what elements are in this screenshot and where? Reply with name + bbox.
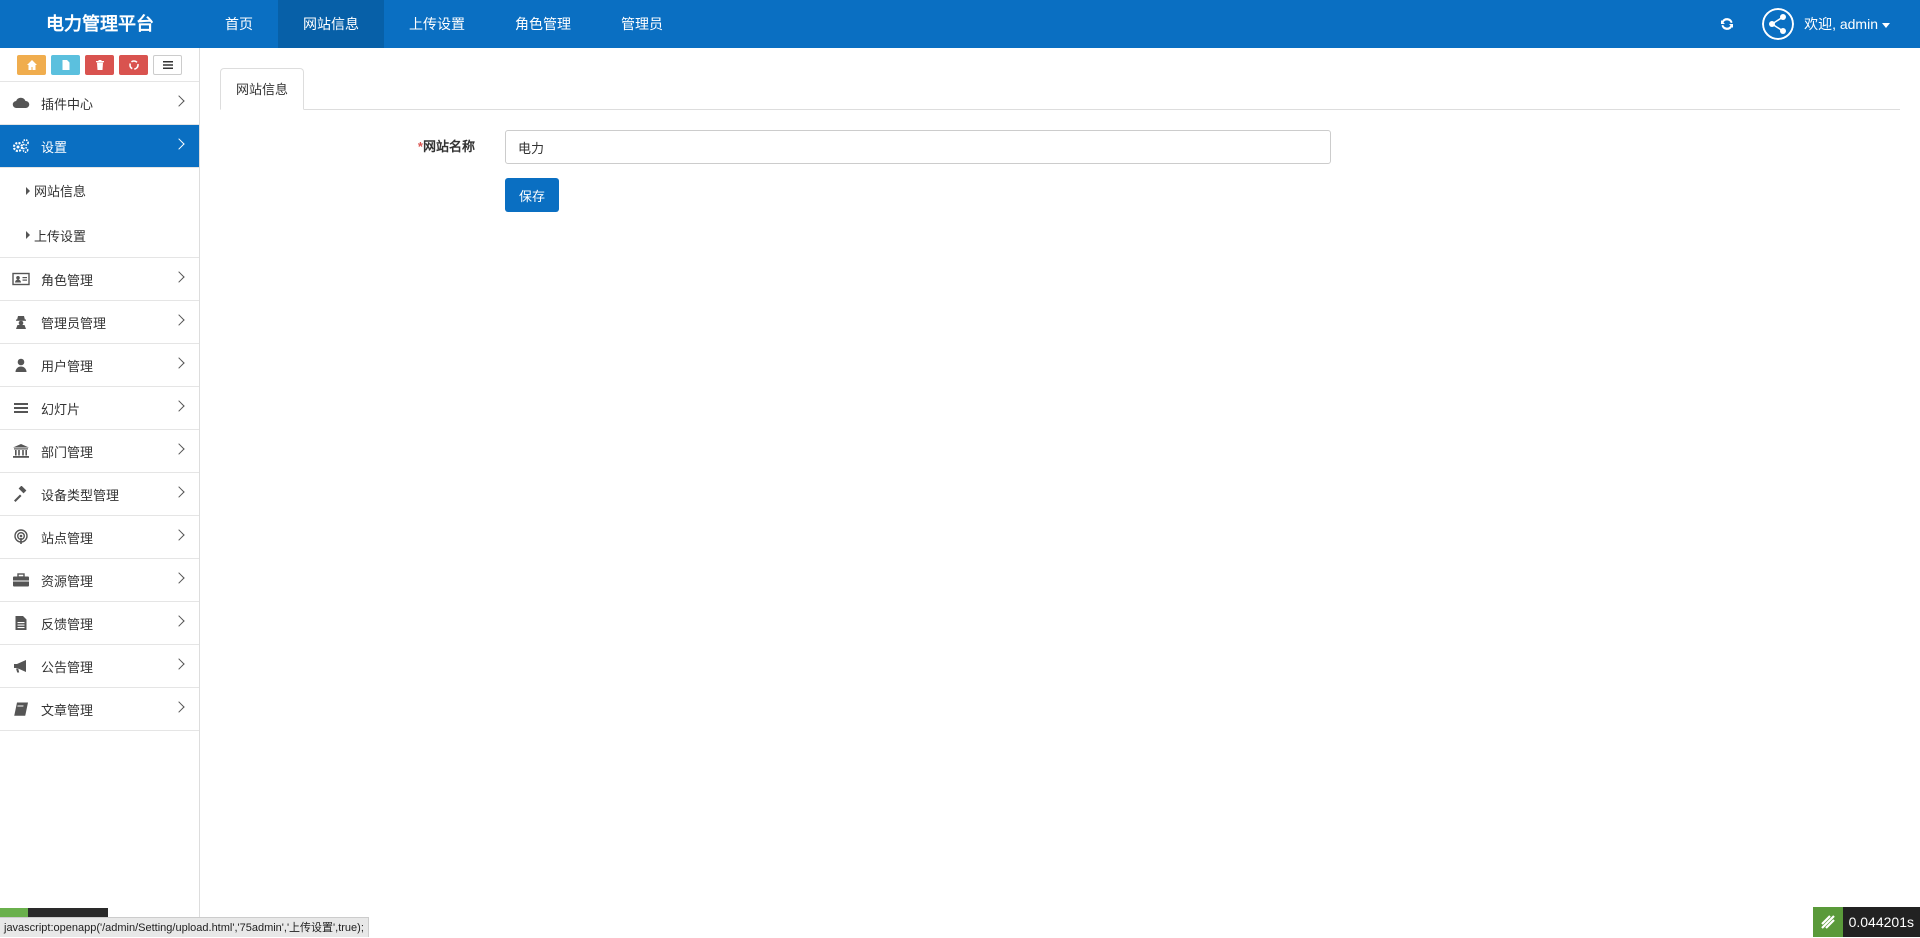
sidebar-item-label: 管理员管理	[41, 313, 106, 332]
sidebar-item-settings[interactable]: 设置	[0, 125, 199, 168]
minimized-panel[interactable]	[0, 908, 108, 917]
sidebar-subitem-label: 上传设置	[34, 226, 86, 245]
sidebar-item-announcements[interactable]: 公告管理	[0, 645, 199, 688]
chevron-right-icon	[173, 95, 184, 106]
top-nav: 首页 网站信息 上传设置 角色管理 管理员	[200, 0, 688, 48]
sidebar-item-label: 用户管理	[41, 356, 93, 375]
timer-value: 0.044201s	[1843, 907, 1920, 937]
sidebar-item-label: 站点管理	[41, 528, 93, 547]
list-shortcut-button[interactable]	[153, 55, 182, 75]
sidebar-item-label: 角色管理	[41, 270, 93, 289]
nav-right: 欢迎, admin	[1719, 0, 1920, 48]
sidebar-item-articles[interactable]: 文章管理	[0, 688, 199, 731]
sidebar-item-label: 幻灯片	[41, 399, 80, 418]
sidebar-subitem-site-info[interactable]: 网站信息	[0, 168, 199, 213]
sidebar-item-label: 资源管理	[41, 571, 93, 590]
bank-icon	[12, 443, 30, 459]
chevron-right-icon	[173, 314, 184, 325]
sidebar: 插件中心 设置 网站信息 上传设置 角色管理 管理员管理 用户管理 幻灯片 部门…	[0, 48, 200, 937]
tab-bar: 网站信息	[220, 68, 1900, 110]
chevron-right-icon	[173, 572, 184, 583]
chevron-right-icon	[173, 615, 184, 626]
chevron-right-icon	[173, 138, 184, 149]
id-card-icon	[12, 271, 30, 287]
nav-role-management[interactable]: 角色管理	[490, 0, 596, 48]
briefcase-icon	[12, 572, 30, 588]
chevron-right-icon	[173, 400, 184, 411]
file-text-icon	[12, 615, 30, 631]
tab-site-info[interactable]: 网站信息	[220, 68, 304, 110]
sidebar-item-admins[interactable]: 管理员管理	[0, 301, 199, 344]
welcome-text: 欢迎, admin	[1804, 14, 1878, 34]
save-button[interactable]: 保存	[505, 178, 559, 212]
refresh-icon[interactable]	[1719, 16, 1735, 32]
sidebar-item-label: 设备类型管理	[41, 485, 119, 504]
nav-site-info[interactable]: 网站信息	[278, 0, 384, 48]
home-icon	[26, 59, 38, 71]
nav-home[interactable]: 首页	[200, 0, 278, 48]
user-secret-icon	[12, 314, 30, 330]
gears-icon	[12, 138, 30, 154]
sidebar-subitem-upload-settings[interactable]: 上传设置	[0, 213, 199, 258]
sidebar-item-plugins[interactable]: 插件中心	[0, 82, 199, 125]
user-icon	[12, 357, 30, 373]
sidebar-item-label: 部门管理	[41, 442, 93, 461]
chevron-right-icon	[173, 529, 184, 540]
sidebar-item-slides[interactable]: 幻灯片	[0, 387, 199, 430]
chevron-right-icon	[173, 443, 184, 454]
chevron-right-icon	[173, 271, 184, 282]
sidebar-item-stations[interactable]: 站点管理	[0, 516, 199, 559]
sidebar-item-users[interactable]: 用户管理	[0, 344, 199, 387]
site-name-label-text: 网站名称	[423, 139, 475, 154]
bars-icon	[12, 400, 30, 416]
cloud-icon	[12, 95, 30, 111]
sidebar-item-device-types[interactable]: 设备类型管理	[0, 473, 199, 516]
chevron-right-icon	[173, 357, 184, 368]
sidebar-item-label: 文章管理	[41, 700, 93, 719]
brand-title[interactable]: 电力管理平台	[0, 0, 200, 48]
sidebar-item-roles[interactable]: 角色管理	[0, 258, 199, 301]
caret-right-icon	[26, 187, 30, 195]
sidebar-item-label: 公告管理	[41, 657, 93, 676]
nav-upload-settings[interactable]: 上传设置	[384, 0, 490, 48]
trash-shortcut-button[interactable]	[85, 55, 114, 75]
shortcut-bar	[0, 48, 199, 82]
file-shortcut-button[interactable]	[51, 55, 80, 75]
user-menu[interactable]: 欢迎, admin	[1804, 14, 1890, 34]
podcast-icon	[12, 529, 30, 545]
sidebar-subitem-label: 网站信息	[34, 181, 86, 200]
site-name-row: *网站名称	[220, 130, 1900, 164]
sidebar-item-label: 反馈管理	[41, 614, 93, 633]
list-icon	[162, 59, 174, 71]
sidebar-item-feedback[interactable]: 反馈管理	[0, 602, 199, 645]
site-name-input[interactable]	[505, 130, 1331, 164]
gavel-icon	[12, 486, 30, 502]
chevron-right-icon	[173, 658, 184, 669]
top-navbar: 电力管理平台 首页 网站信息 上传设置 角色管理 管理员 欢迎, admin	[0, 0, 1920, 48]
sidebar-item-departments[interactable]: 部门管理	[0, 430, 199, 473]
file-icon	[60, 59, 72, 71]
recycle-icon	[128, 59, 140, 71]
bullhorn-icon	[12, 658, 30, 674]
page-timer: 0.044201s	[1813, 907, 1920, 937]
timer-logo-icon	[1813, 907, 1843, 937]
recycle-shortcut-button[interactable]	[119, 55, 148, 75]
chevron-down-icon	[1882, 23, 1890, 28]
status-bar-url: javascript:openapp('/admin/Setting/uploa…	[0, 917, 369, 937]
chevron-right-icon	[173, 701, 184, 712]
trash-icon	[94, 59, 106, 71]
nav-admin[interactable]: 管理员	[596, 0, 688, 48]
caret-right-icon	[26, 231, 30, 239]
home-shortcut-button[interactable]	[17, 55, 46, 75]
book-icon	[12, 701, 30, 717]
sidebar-item-label: 插件中心	[41, 94, 93, 113]
site-name-label: *网站名称	[220, 130, 475, 164]
sidebar-item-resources[interactable]: 资源管理	[0, 559, 199, 602]
avatar[interactable]	[1762, 8, 1794, 40]
chevron-right-icon	[173, 486, 184, 497]
sidebar-item-label: 设置	[41, 137, 67, 156]
